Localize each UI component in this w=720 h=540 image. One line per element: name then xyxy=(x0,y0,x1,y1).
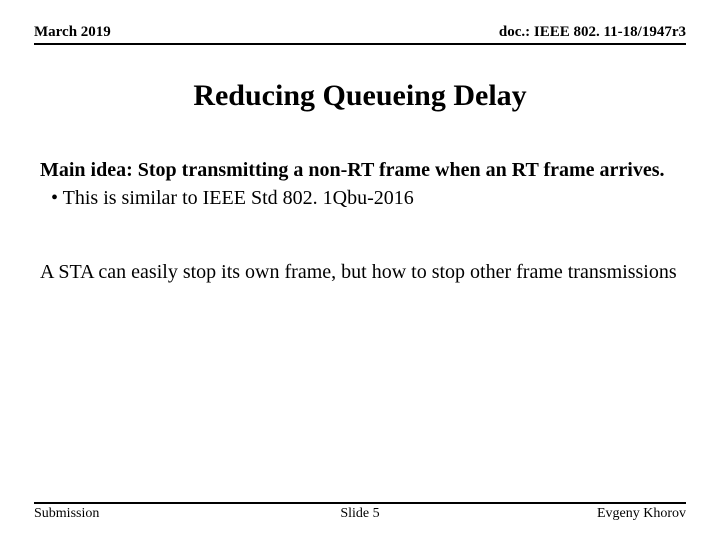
paragraph-text: A STA can easily stop its own frame, but… xyxy=(40,259,680,285)
slide-header: March 2019 doc.: IEEE 802. 11-18/1947r3 xyxy=(34,24,686,45)
footer-slide-number: Slide 5 xyxy=(30,506,690,522)
header-doc-id: doc.: IEEE 802. 11-18/1947r3 xyxy=(499,24,686,41)
footer-rule xyxy=(34,502,686,504)
main-idea-text: Main idea: Stop transmitting a non-RT fr… xyxy=(40,157,680,183)
slide-title: Reducing Queueing Delay xyxy=(30,79,690,113)
slide-body: Main idea: Stop transmitting a non-RT fr… xyxy=(30,157,690,285)
header-date: March 2019 xyxy=(34,24,111,41)
slide-footer: Submission Slide 5 Evgeny Khorov xyxy=(30,502,690,522)
bullet-item: This is similar to IEEE Std 802. 1Qbu-20… xyxy=(40,185,680,211)
slide-page: March 2019 doc.: IEEE 802. 11-18/1947r3 … xyxy=(0,0,720,540)
